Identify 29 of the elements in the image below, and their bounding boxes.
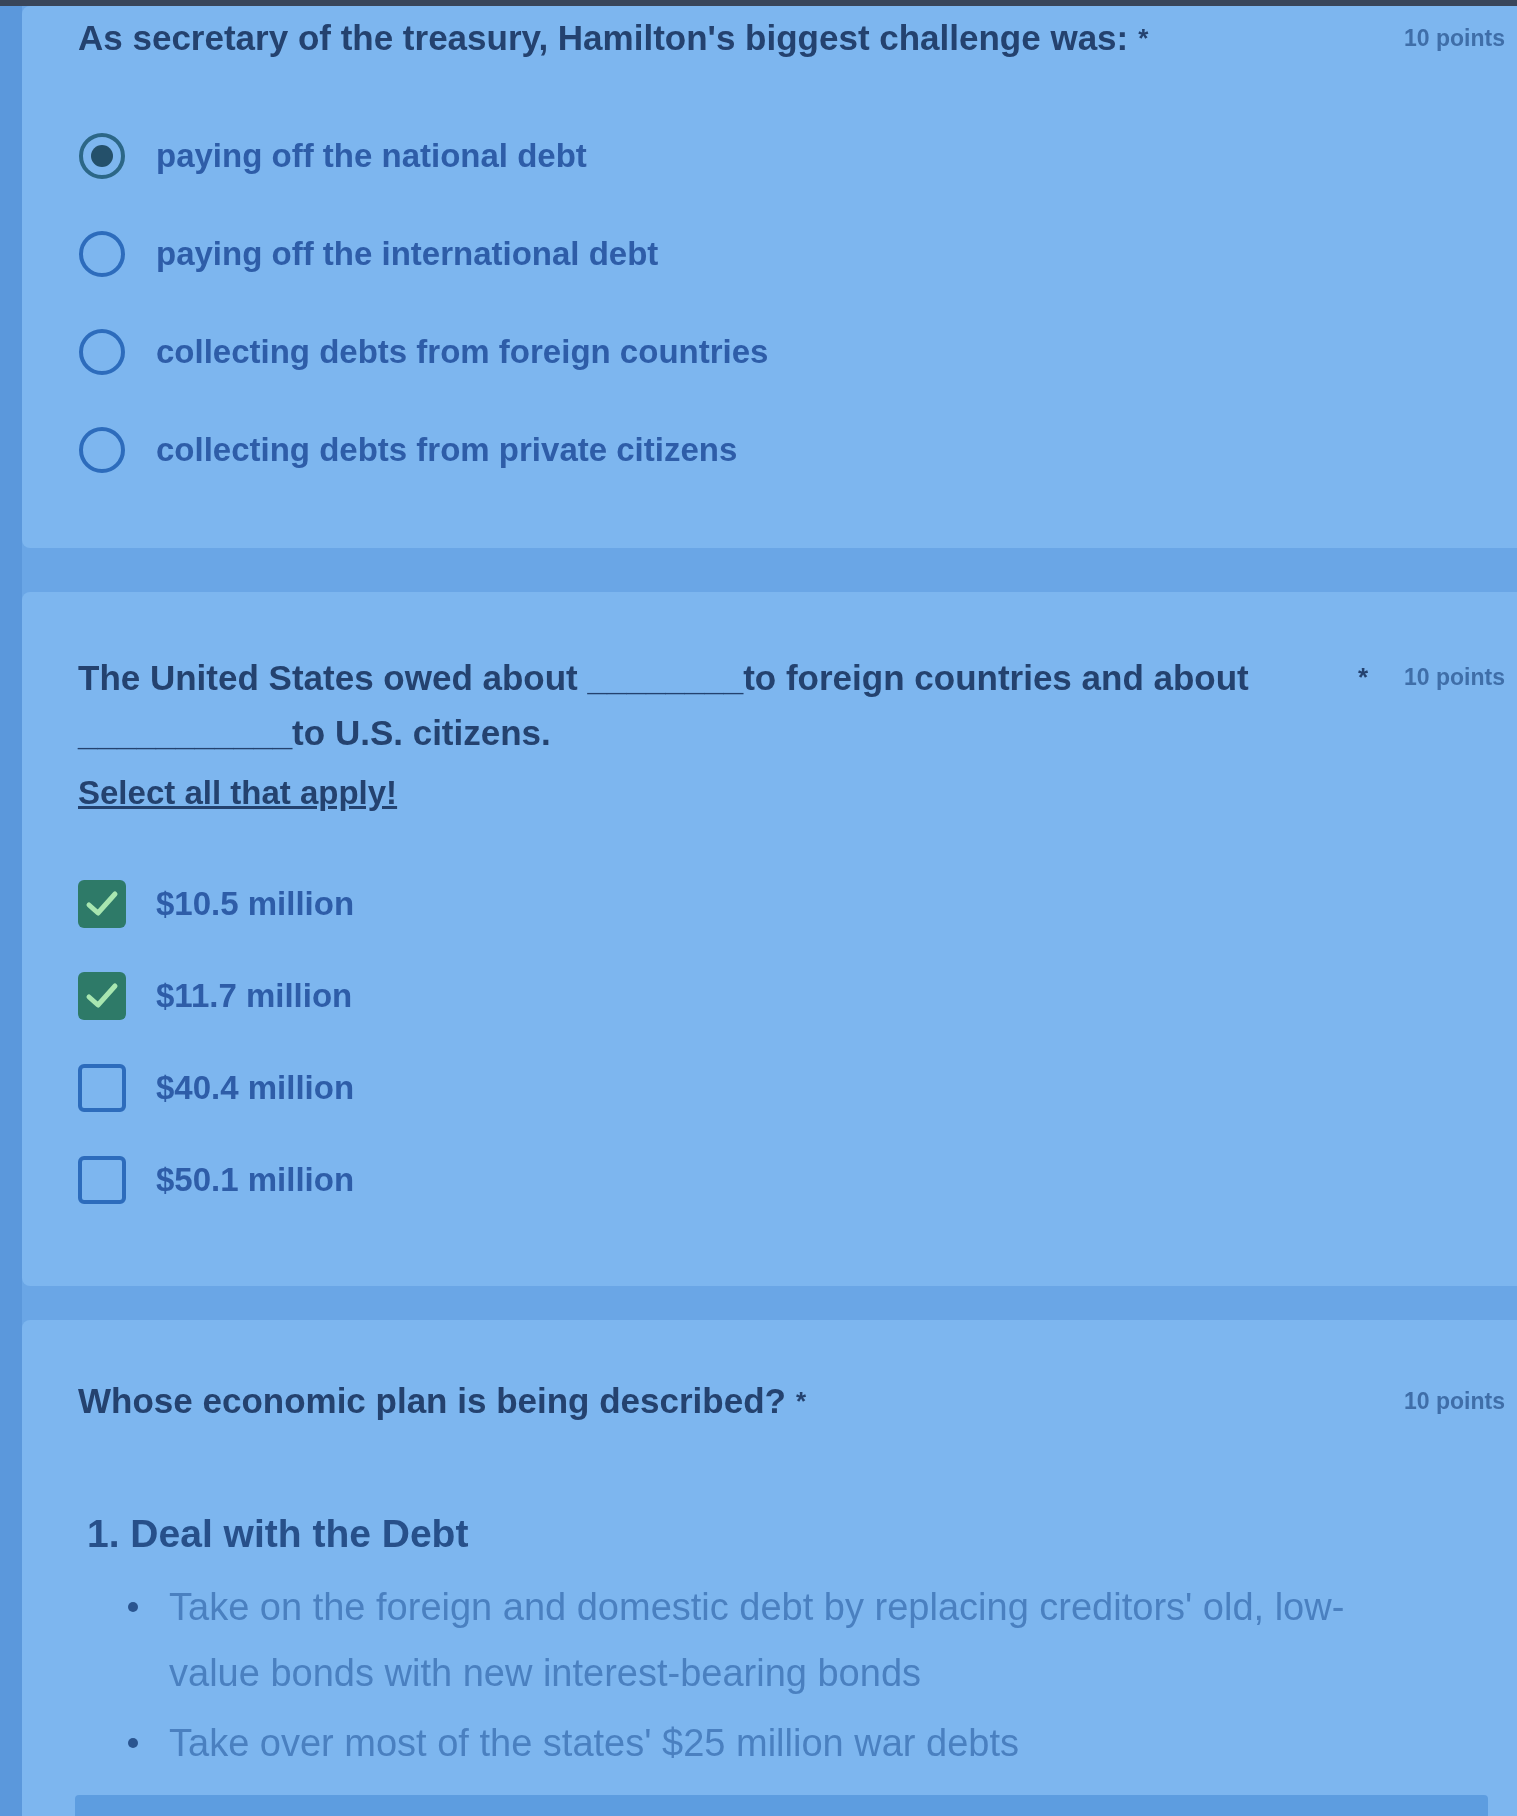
points-label: 10 points [1403,1387,1505,1416]
bullet-icon [128,1738,138,1748]
option-label[interactable]: $50.1 million [156,1160,355,1200]
option-label[interactable]: paying off the national debt [156,136,587,176]
checkbox[interactable] [78,880,126,928]
required-mark: * [795,1385,807,1418]
points-label: 10 points [1403,663,1505,692]
option-label[interactable]: $11.7 million [156,976,353,1016]
bullet-icon [128,1602,138,1612]
radio-button[interactable] [78,132,126,180]
checkbox[interactable] [78,1064,126,1112]
option-label[interactable]: collecting debts from private citizens [156,430,738,470]
option-label[interactable]: $40.4 million [156,1068,355,1108]
radio-button[interactable] [78,230,126,278]
option-label[interactable]: $10.5 million [156,884,355,924]
instruction-text: Select all that apply! [78,773,398,813]
checkbox[interactable] [78,1156,126,1204]
points-label: 10 points [1403,24,1505,53]
radio-button[interactable] [78,328,126,376]
question-title: The United States owed about ________to foreign countries and about ___________to U.S. citizens. [78,657,1250,754]
description-heading: 1. Deal with the Debt [87,1512,469,1556]
required-mark: * [1138,22,1149,55]
option-label[interactable]: collecting debts from foreign countries [156,332,769,372]
required-mark: * [1358,661,1369,694]
checkbox[interactable] [78,972,126,1020]
radio-button[interactable] [78,426,126,474]
option-label[interactable]: paying off the international debt [156,234,659,274]
question-title: As secretary of the treasury, Hamilton's biggest challenge was: [78,18,1129,58]
question-title: Whose economic plan is being described? [78,1381,786,1421]
